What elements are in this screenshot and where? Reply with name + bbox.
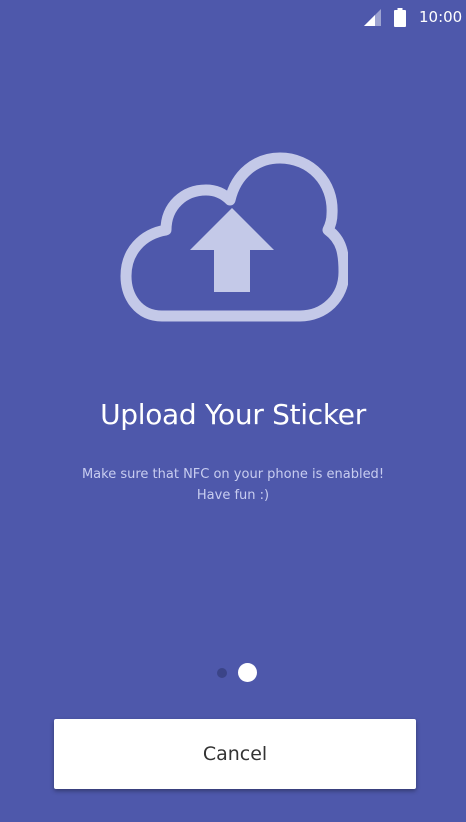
description-line-nfc: Make sure that NFC on your phone is enab… [81, 467, 385, 482]
cancel-button[interactable]: Cancel [54, 719, 416, 789]
cloud-upload-icon [120, 152, 348, 322]
description: Make sure that NFC on your phone is enab… [0, 464, 466, 506]
page-dot-1[interactable] [217, 668, 227, 678]
description-line-fun: Have fun :) [196, 488, 270, 503]
page-dot-2-active[interactable] [238, 663, 257, 682]
battery-icon [394, 8, 406, 27]
status-bar: 10:00 [0, 0, 466, 36]
page-indicator [0, 663, 466, 683]
page-title: Upload Your Sticker [100, 398, 366, 431]
signal-icon [364, 9, 381, 26]
status-time: 10:00 [419, 8, 463, 26]
